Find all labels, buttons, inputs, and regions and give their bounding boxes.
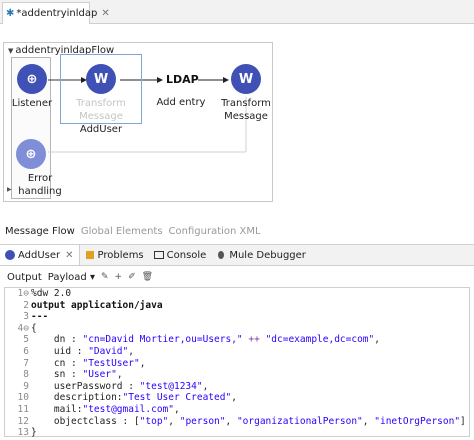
panel-tab-strip: AddUser ✕ Problems Console Mule Debugger [0,244,474,266]
line-number: 3 [23,311,29,323]
code-text: sn : "User", [31,369,123,381]
tab-adduser[interactable]: AddUser ✕ [0,245,80,265]
transform-ghost-label: Transform Message [76,98,126,122]
transform-label-line1: Transform [221,98,271,109]
editor-tab-strip: ✱ *addentryinldap ✕ [0,0,474,24]
expand-icon[interactable]: ▶ [7,186,12,193]
line-number: 6 [23,345,29,357]
tab-console[interactable]: Console [149,245,212,265]
transform-message-node[interactable]: W Transform Message [206,64,286,123]
code-line: 12 objectclass : ["top", "person", "orga… [5,416,469,428]
transform-adduser-node[interactable]: W Transform Message AddUser [61,64,141,136]
transform-icon [5,250,15,260]
line-number: 7 [23,357,29,369]
tab-problems[interactable]: Problems [80,245,149,265]
transform-label-line2: Message [224,111,268,122]
error-handling-node[interactable]: ⊕ Error handling [0,139,80,198]
add-entry-label: Add entry [156,97,206,108]
code-text: mail:"test@gmail.com", [31,403,180,415]
edit-current-icon[interactable]: ✐ [128,272,136,282]
code-line: 13} [5,427,469,439]
code-line: 1⊖ %dw 2.0 [5,288,469,300]
output-toolbar: Output Payload ▾ ✎ + ✐ 🗑 [0,268,474,286]
code-line: 10 description:"Test User Created", [5,392,469,404]
line-number: 9 [23,380,29,392]
code-text: description:"Test User Created", [31,392,237,404]
error-label-line1: Error [27,173,53,184]
tab-message-flow[interactable]: Message Flow [5,226,75,237]
line-number: 10 [17,392,29,404]
editor-tab-label: *addentryinldap [16,8,98,19]
console-icon [153,251,164,259]
code-text: --- [31,311,49,323]
tab-adduser-label: AddUser [18,249,61,261]
line-number: 11 [17,403,29,415]
delete-icon[interactable]: 🗑 [142,272,153,282]
view-tabs: Message Flow Global Elements Configurati… [0,222,474,240]
code-line: 9 userPassword : "test@1234", [5,381,469,393]
output-select[interactable]: Payload ▾ [48,272,95,283]
line-number: 4⊖ [17,322,29,334]
tab-mule-debugger-label: Mule Debugger [229,249,306,261]
problems-icon [85,251,94,259]
output-label: Output [7,271,42,283]
edit-icon[interactable]: ✎ [101,272,109,282]
code-text: userPassword : "test@1234", [31,380,209,392]
tab-global-elements[interactable]: Global Elements [81,226,163,237]
globe-icon: ⊕ [16,139,46,169]
code-text: } [31,427,37,439]
code-line: 11 mail:"test@gmail.com", [5,404,469,416]
tab-configuration-xml[interactable]: Configuration XML [169,226,261,237]
add-icon[interactable]: + [115,272,123,282]
code-text: objectclass : ["top", "person", "organiz… [31,415,466,427]
code-text: uid : "David", [31,345,134,357]
code-line: 2 output application/java [5,300,469,312]
mule-file-icon: ✱ [6,8,15,19]
close-icon[interactable]: ✕ [101,8,109,19]
ldap-label: LDAP [166,73,199,86]
debugger-icon [218,251,225,259]
tab-problems-label: Problems [97,249,144,261]
code-line: 6 uid : "David", [5,346,469,358]
code-text: output application/java [31,299,163,311]
line-number: 8 [23,369,29,381]
code-line: 7 cn : "TestUser", [5,358,469,370]
code-line: 8 sn : "User", [5,369,469,381]
listener-label: Listener [11,98,53,109]
globe-icon: ⊕ [17,64,47,94]
code-text: { [31,322,37,334]
dataweave-code-editor[interactable]: 1⊖ %dw 2.0 2 output application/java 3 --- 4⊖{… [4,287,470,439]
error-label-line2: handling [18,186,62,197]
code-line: 5 dn : "cn=David Mortier,ou=Users," ++ "… [5,334,469,346]
close-icon[interactable]: ✕ [65,250,73,261]
code-line: 3 --- [5,311,469,323]
tab-console-label: Console [166,249,207,261]
line-number: 5 [23,334,29,346]
line-number: 12 [17,415,29,427]
line-number: 2 [23,299,29,311]
editor-tab-addentryinldap[interactable]: ✱ *addentryinldap ✕ [2,2,110,24]
code-text: cn : "TestUser", [31,357,146,369]
flow-canvas: ▼ addentryinldapFlow ⊕ Listener W Transfo… [0,24,474,214]
code-text: dn : "cn=David Mortier,ou=Users," ++ "dc… [31,334,380,346]
line-number: 13 [17,427,29,439]
line-number: 1⊖ [17,288,29,299]
tab-mule-debugger[interactable]: Mule Debugger [211,245,311,265]
adduser-label: AddUser [79,124,123,135]
transform-icon: W [231,64,261,94]
transform-icon: W [86,64,116,94]
code-line: 4⊖{ [5,323,469,335]
code-text: %dw 2.0 [31,288,72,299]
